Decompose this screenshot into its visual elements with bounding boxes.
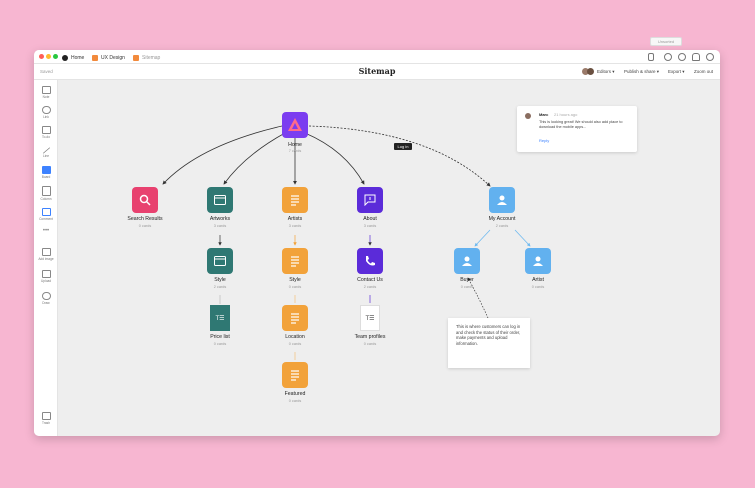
contact-us-count: 2 cards <box>363 285 377 289</box>
artist-count: 0 cards <box>531 285 545 289</box>
arrow-account-artist <box>514 229 531 247</box>
artists-label: Artists <box>287 216 303 222</box>
buyer-count: 0 cards <box>460 285 474 289</box>
about-board[interactable] <box>357 187 383 213</box>
artists-count: 3 cards <box>288 224 302 228</box>
comment-card[interactable]: Marc 21 hours ago This is looking great!… <box>517 106 637 152</box>
team-profiles-card[interactable]: T☰ <box>360 305 380 331</box>
team-profiles-label: Team profiles <box>354 334 386 340</box>
style-count: 2 cards <box>213 285 227 289</box>
home-board[interactable] <box>282 112 308 138</box>
arrow-account-buyer <box>474 229 491 247</box>
price-list-count: 0 cards <box>213 342 227 346</box>
location-label: Location <box>285 334 305 340</box>
artist-label: Artist <box>532 277 544 283</box>
style-count: 0 cards <box>288 285 302 289</box>
search-results-label: Search Results <box>127 216 163 222</box>
artworks-board[interactable] <box>207 187 233 213</box>
arrow-home-search <box>162 125 283 185</box>
triangle-logo-icon <box>288 118 302 131</box>
my-account-label: My Account <box>488 216 516 222</box>
login-connector-label[interactable]: Log in <box>394 143 412 150</box>
my-account-board[interactable] <box>489 187 515 213</box>
style-board-artworks[interactable] <box>207 248 233 274</box>
note-card[interactable]: This is where customers can log in and c… <box>448 318 530 368</box>
featured-count: 0 cards <box>288 399 302 403</box>
my-account-count: 2 cards <box>495 224 509 228</box>
user-icon <box>497 195 507 205</box>
contact-us-board[interactable] <box>357 248 383 274</box>
location-count: 0 cards <box>288 342 302 346</box>
artworks-count: 3 cards <box>213 224 227 228</box>
artists-board[interactable] <box>282 187 308 213</box>
text-icon: T☰ <box>215 315 225 322</box>
about-count: 3 cards <box>363 224 377 228</box>
price-list-card[interactable]: T☰ <box>210 305 230 331</box>
price-list-label: Price list <box>210 334 230 340</box>
comment-time: 21 hours ago <box>554 112 578 117</box>
connector-lines <box>162 125 531 360</box>
comment-text: This is looking great! We should also ad… <box>539 120 623 130</box>
window-icon <box>214 256 226 266</box>
reply-button[interactable]: Reply <box>539 138 549 143</box>
location-board[interactable] <box>282 305 308 331</box>
lines-icon <box>291 256 299 267</box>
buyer-board[interactable] <box>454 248 480 274</box>
arrow-note-buyer <box>467 277 489 319</box>
search-results-board[interactable] <box>132 187 158 213</box>
phone-icon <box>366 256 375 266</box>
user-icon <box>462 256 472 266</box>
search-icon <box>139 194 151 206</box>
contact-us-label: Contact Us <box>357 277 383 283</box>
artist-board[interactable] <box>525 248 551 274</box>
artworks-label: Artworks <box>209 216 231 222</box>
user-icon <box>533 256 543 266</box>
style-label: Style <box>289 277 301 283</box>
style-board-artists[interactable] <box>282 248 308 274</box>
lines-icon <box>291 313 299 324</box>
style-label: Style <box>214 277 226 283</box>
lines-icon <box>291 195 299 206</box>
arrow-home-about <box>304 132 365 185</box>
comment-author: Marc <box>539 112 549 117</box>
info-chat-icon <box>364 194 376 206</box>
home-count: 7 cards <box>288 149 302 153</box>
about-label: About <box>363 216 377 222</box>
lines-icon <box>291 370 299 381</box>
search-results-count: 0 cards <box>138 224 152 228</box>
window-icon <box>214 195 226 205</box>
text-icon: T☰ <box>365 315 375 322</box>
buyer-label: Buyer <box>460 277 474 283</box>
featured-board[interactable] <box>282 362 308 388</box>
arrow-home-account <box>308 125 491 187</box>
featured-label: Featured <box>284 391 306 397</box>
avatar <box>525 113 531 119</box>
unsorted-chip[interactable]: Unsorted <box>650 37 682 46</box>
home-label: Home <box>288 142 302 148</box>
team-profiles-count: 0 cards <box>363 342 377 346</box>
